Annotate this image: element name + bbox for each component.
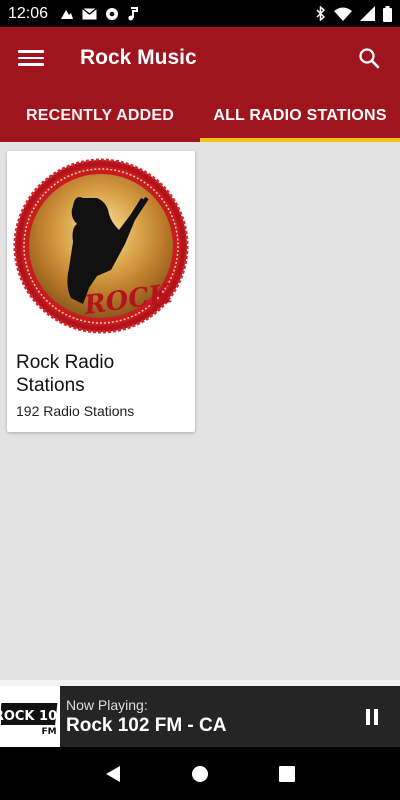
status-time: 12:06 — [8, 4, 49, 22]
pause-icon[interactable] — [350, 695, 394, 739]
recents-icon[interactable] — [272, 759, 302, 789]
hamburger-menu-icon[interactable] — [18, 45, 44, 71]
system-nav-bar — [0, 747, 400, 800]
now-playing-label: Now Playing: — [66, 696, 148, 713]
search-icon[interactable] — [356, 45, 382, 71]
aperture-icon — [105, 7, 119, 21]
category-card[interactable]: ROCK Rock Radio Stations 192 Radio Stati… — [7, 151, 195, 432]
tab-bar: RECENTLY ADDED ALL RADIO STATIONS — [0, 89, 400, 142]
gmail-icon — [82, 7, 97, 20]
now-playing-bar[interactable]: ROCK 102 FM Now Playing: Rock 102 FM - C… — [0, 686, 400, 747]
battery-icon — [383, 5, 392, 22]
tab-all-radio-stations[interactable]: ALL RADIO STATIONS — [200, 89, 400, 142]
notification-icons — [60, 6, 139, 21]
tab-recently-added[interactable]: RECENTLY ADDED — [0, 89, 200, 142]
music-note-icon — [127, 6, 139, 21]
station-name: Rock 102 FM - CA — [66, 714, 227, 736]
status-bar: 12:06 — [0, 0, 400, 27]
station-logo: ROCK 102 FM — [0, 686, 60, 747]
category-count: 192 Radio Stations — [16, 403, 135, 419]
now-playing-info: Now Playing: Rock 102 FM - CA — [60, 697, 350, 737]
app-bar: Rock Music RECENTLY ADDED ALL RADIO STAT… — [0, 27, 400, 142]
station-logo-text: ROCK 102 — [1, 709, 59, 724]
category-grid: ROCK Rock Radio Stations 192 Radio Stati… — [0, 142, 400, 680]
launcher-icon — [60, 7, 74, 21]
system-icons — [316, 5, 392, 22]
app-title: Rock Music — [80, 46, 197, 69]
rock-guitarist-badge-icon: ROCK — [7, 151, 195, 341]
signal-icon — [360, 6, 375, 21]
wifi-icon — [334, 7, 352, 21]
bluetooth-icon — [316, 6, 326, 21]
category-title: Rock Radio Stations — [16, 352, 115, 396]
home-icon[interactable] — [185, 759, 215, 789]
station-logo-sub: FM — [41, 727, 56, 737]
back-icon[interactable] — [98, 759, 128, 789]
toolbar: Rock Music — [0, 27, 400, 89]
